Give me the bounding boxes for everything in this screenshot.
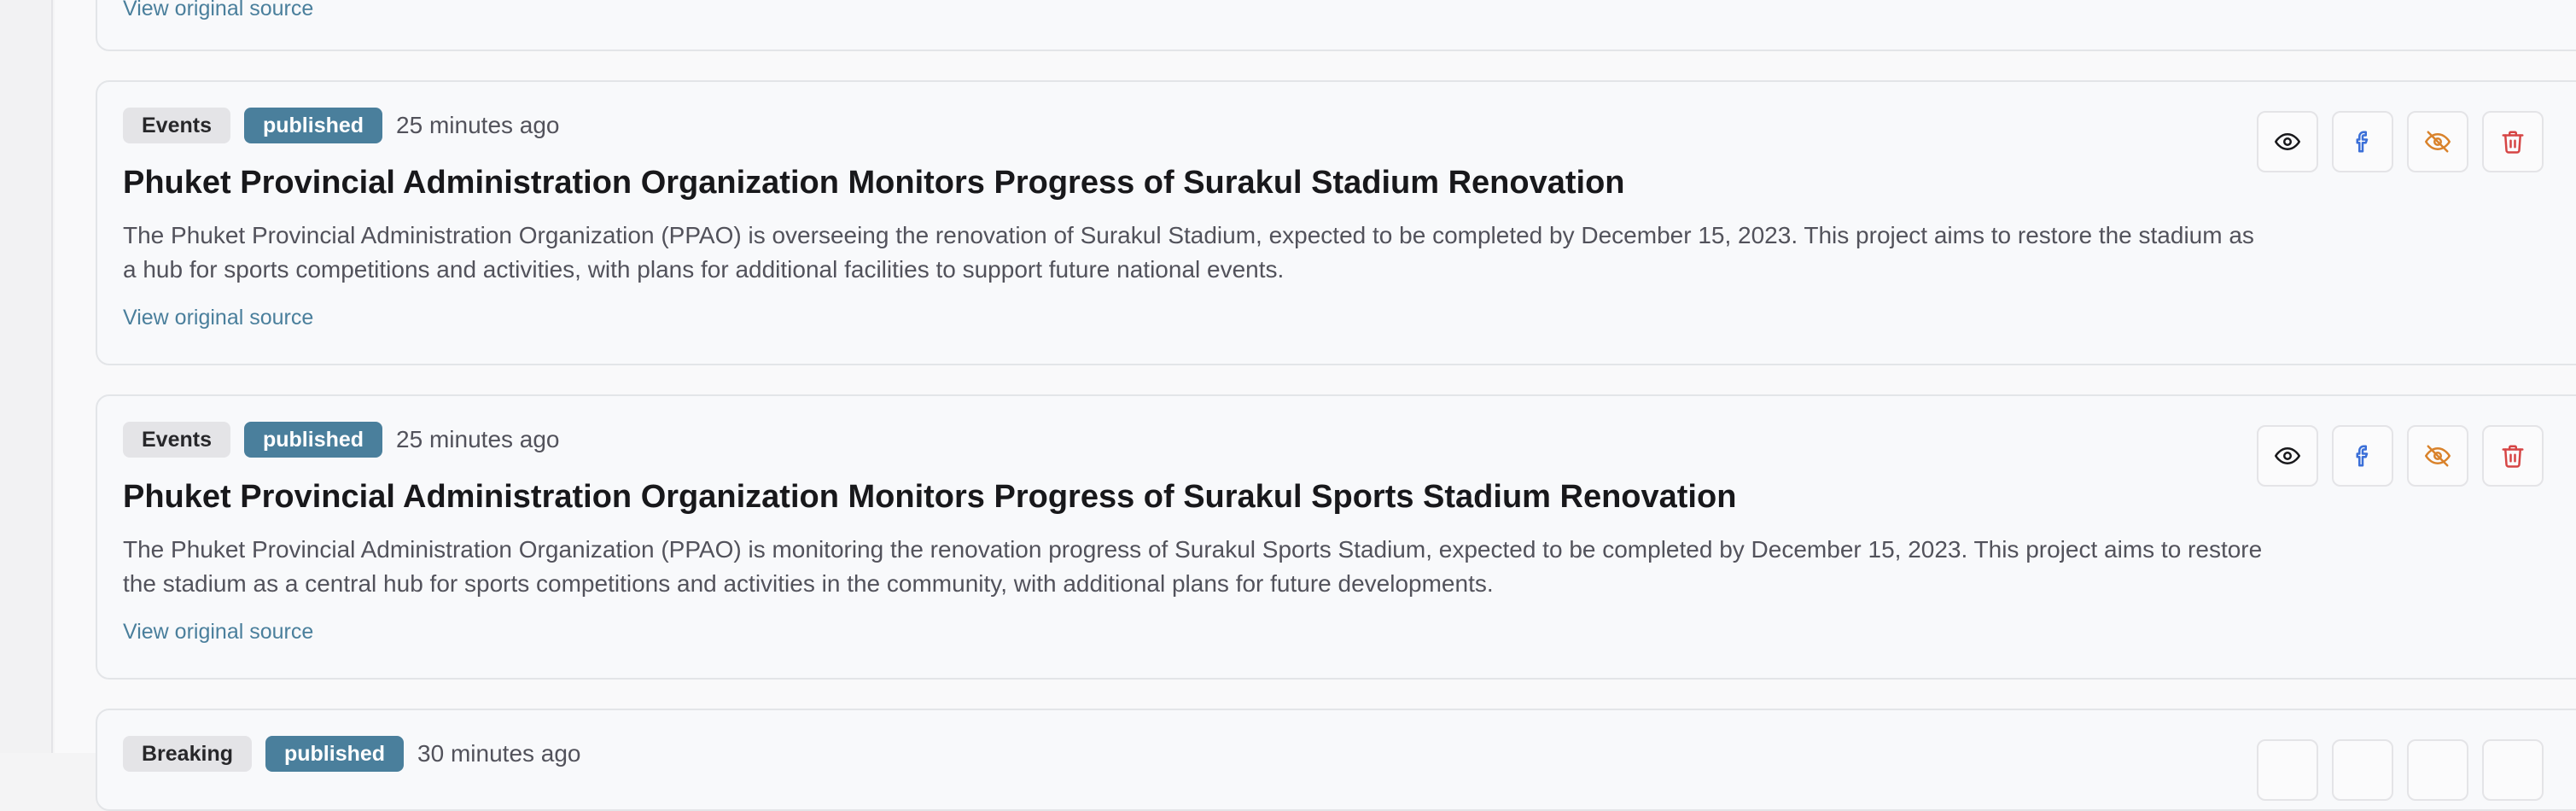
view-original-source-link[interactable]: View original source [123, 620, 313, 645]
category-badge: Events [123, 108, 230, 143]
news-title: Phuket Provincial Administration Organiz… [123, 479, 1737, 515]
view-button[interactable] [2257, 111, 2318, 172]
category-badge: Breaking [123, 736, 252, 772]
facebook-icon [2356, 131, 2369, 153]
timestamp: 30 minutes ago [417, 740, 581, 767]
eye-off-icon [2425, 131, 2451, 153]
status-badge: published [243, 108, 383, 143]
eye-icon [2275, 133, 2300, 150]
share-facebook-button[interactable] [2332, 111, 2393, 172]
trash-icon [2502, 445, 2524, 468]
news-card: Events published 25 minutes ago Phuket P… [96, 80, 2576, 365]
share-facebook-button[interactable] [2332, 425, 2393, 487]
hide-button[interactable] [2407, 111, 2468, 172]
news-card: View original source [96, 0, 2576, 51]
card-actions [2257, 739, 2557, 801]
trash-icon [2502, 131, 2524, 154]
delete-button[interactable] [2482, 739, 2544, 801]
news-description: The Phuket Provincial Administration Org… [123, 535, 2263, 597]
news-description: The Phuket Provincial Administration Org… [123, 221, 2254, 283]
delete-button[interactable] [2482, 425, 2544, 487]
view-button[interactable] [2257, 739, 2318, 801]
eye-off-icon [2425, 445, 2451, 467]
eye-icon [2275, 447, 2300, 464]
view-button[interactable] [2257, 425, 2318, 487]
status-badge: published [265, 736, 405, 772]
timestamp: 25 minutes ago [396, 426, 560, 452]
hide-button[interactable] [2407, 739, 2468, 801]
view-original-source-link[interactable]: View original source [123, 306, 313, 330]
news-title: Phuket Provincial Administration Organiz… [123, 165, 1625, 201]
card-actions [2257, 425, 2557, 487]
hide-button[interactable] [2407, 425, 2468, 487]
news-card: Events published 25 minutes ago Phuket P… [96, 394, 2576, 680]
share-facebook-button[interactable] [2332, 739, 2393, 801]
status-badge: published [243, 422, 383, 458]
timestamp: 25 minutes ago [396, 112, 560, 138]
category-badge: Events [123, 422, 230, 458]
news-card: Breaking published 30 minutes ago [96, 709, 2576, 811]
card-meta: Breaking published 30 minutes ago [123, 736, 2291, 772]
view-original-source-link[interactable]: View original source [123, 0, 313, 21]
sidebar-edge [0, 0, 53, 753]
card-meta: Events published 25 minutes ago [123, 422, 2291, 458]
facebook-icon [2356, 445, 2369, 467]
card-actions [2257, 111, 2557, 172]
delete-button[interactable] [2482, 111, 2544, 172]
card-meta: Events published 25 minutes ago [123, 108, 2291, 143]
news-list: View original source Events published 25… [55, 0, 2576, 811]
